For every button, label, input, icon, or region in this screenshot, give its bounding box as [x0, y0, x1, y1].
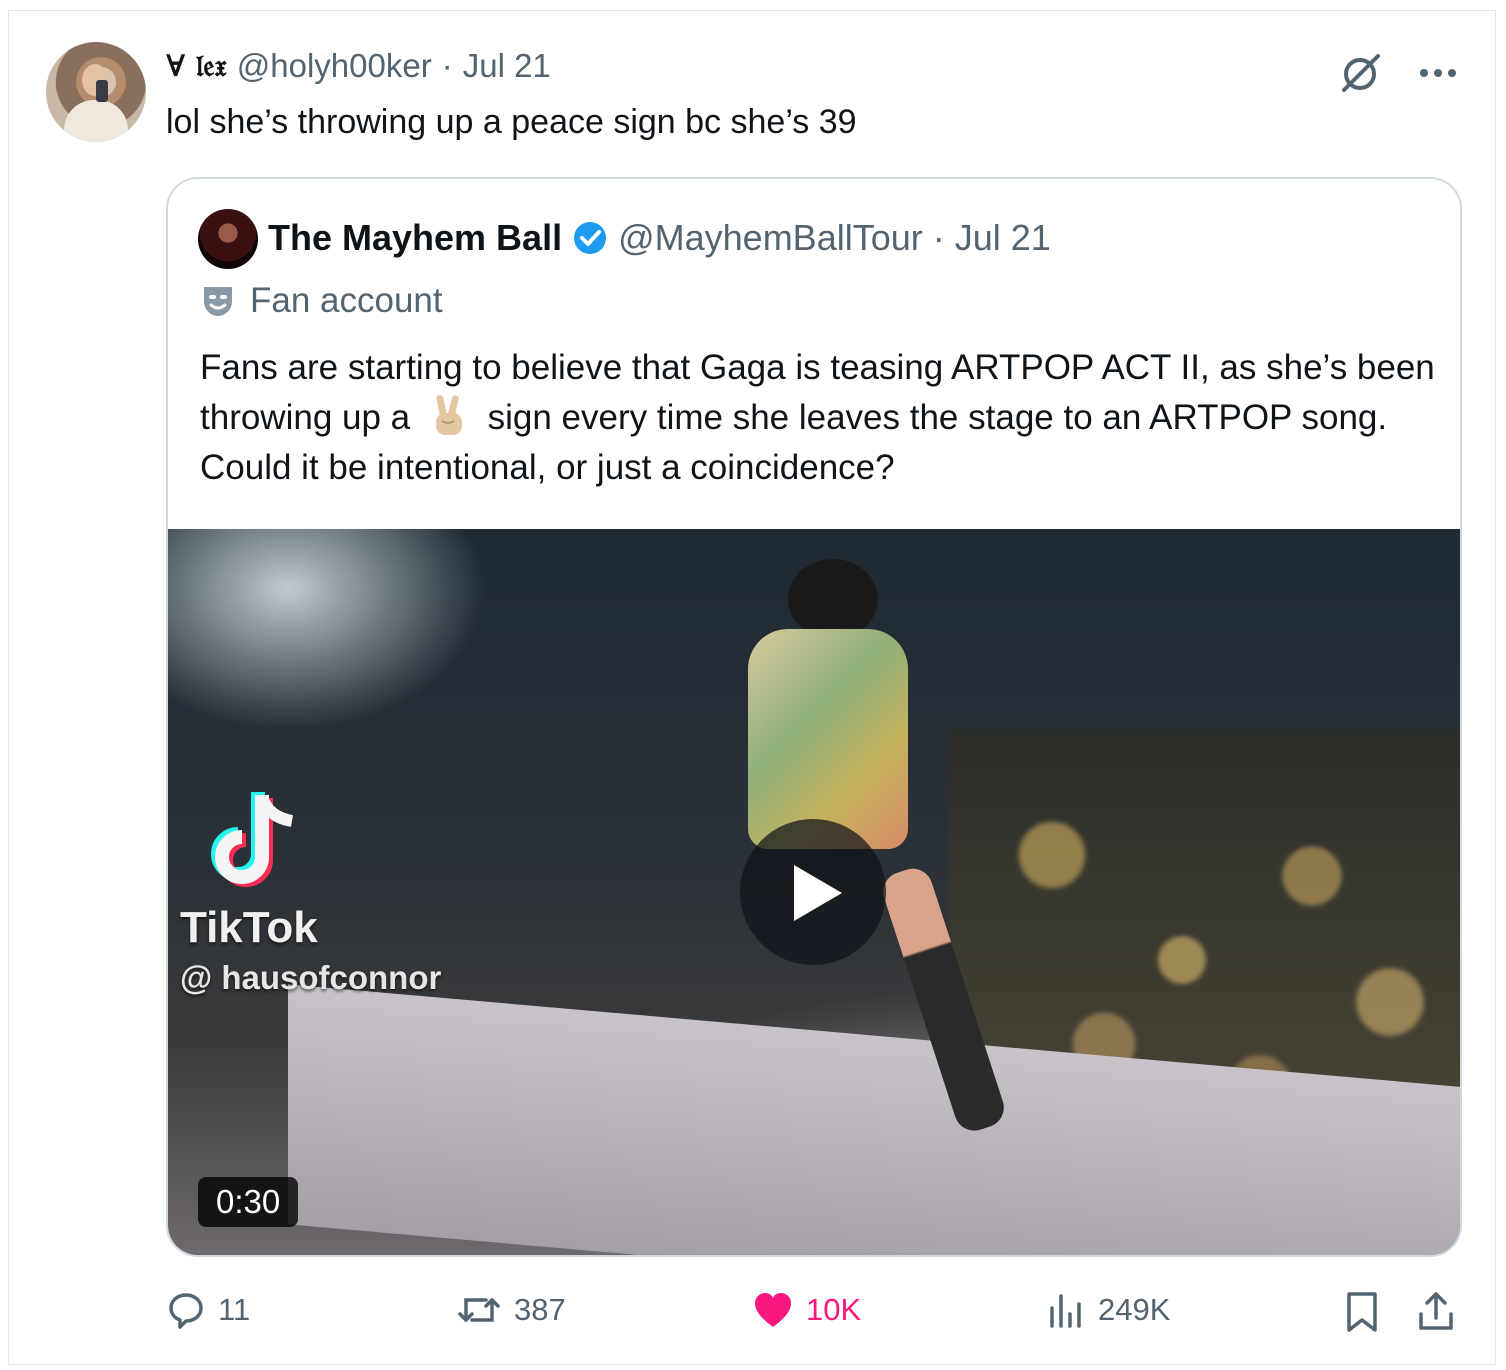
like-count: 10K — [806, 1292, 862, 1327]
repost-count: 387 — [514, 1292, 566, 1327]
views-count: 249K — [1098, 1292, 1171, 1327]
tiktok-watermark: TikTok — [180, 903, 318, 952]
like-button[interactable]: 10K — [752, 1290, 861, 1330]
author-handle[interactable]: @holyh00ker — [237, 47, 432, 85]
reply-icon — [166, 1290, 206, 1330]
author-display-name[interactable]: ∀ 𝔩𝔢𝔵 — [166, 49, 227, 84]
video-player[interactable]: TikTok @ hausofconnor 0:30 — [168, 529, 1460, 1255]
grok-icon[interactable] — [1338, 50, 1384, 96]
tweet-header: ∀ 𝔩𝔢𝔵 @holyh00ker · Jul 21 — [166, 46, 551, 86]
quoted-tweet-header: The Mayhem Ball @MayhemBallTour · Jul 21 — [268, 217, 1051, 259]
tiktok-icon — [210, 787, 310, 902]
repost-button[interactable]: 387 — [456, 1290, 566, 1330]
tweet-action-bar: 11 387 10K 249K — [166, 1290, 1462, 1340]
quoted-author-avatar[interactable] — [198, 209, 258, 269]
header-separator: · — [441, 47, 453, 84]
reply-button[interactable]: 11 — [166, 1290, 250, 1330]
tiktok-handle: @ hausofconnor — [180, 959, 442, 996]
tweet-text: lol she’s throwing up a peace sign bc sh… — [166, 103, 857, 141]
bookmark-icon — [1344, 1290, 1380, 1334]
share-icon — [1416, 1290, 1456, 1334]
like-icon — [752, 1290, 794, 1330]
quoted-date[interactable]: Jul 21 — [955, 217, 1051, 259]
reply-count: 11 — [218, 1292, 251, 1327]
video-duration: 0:30 — [198, 1177, 299, 1227]
fan-account-text: Fan account — [250, 281, 443, 320]
fan-account-label: Fan account — [200, 281, 443, 321]
author-avatar[interactable] — [46, 42, 146, 142]
bookmark-button[interactable] — [1344, 1290, 1380, 1334]
quoted-tweet-text: Fans are starting to believe that Gaga i… — [200, 343, 1440, 493]
quoted-author-handle[interactable]: @MayhemBallTour — [618, 217, 923, 259]
verified-icon — [572, 220, 608, 256]
share-button[interactable] — [1416, 1290, 1456, 1334]
more-icon[interactable] — [1418, 67, 1458, 79]
fan-account-icon — [200, 283, 236, 319]
quoted-separator: · — [932, 217, 945, 258]
tweet-top-actions — [1338, 50, 1458, 96]
play-button[interactable] — [740, 819, 886, 965]
tweet-date[interactable]: Jul 21 — [463, 47, 551, 85]
views-button[interactable]: 249K — [1046, 1290, 1170, 1330]
quoted-author-name[interactable]: The Mayhem Ball — [268, 217, 562, 259]
repost-icon — [456, 1290, 502, 1330]
views-icon — [1046, 1290, 1086, 1330]
play-icon — [794, 865, 842, 921]
quoted-tweet[interactable]: The Mayhem Ball @MayhemBallTour · Jul 21… — [166, 177, 1462, 1257]
peace-emoji — [426, 393, 472, 435]
